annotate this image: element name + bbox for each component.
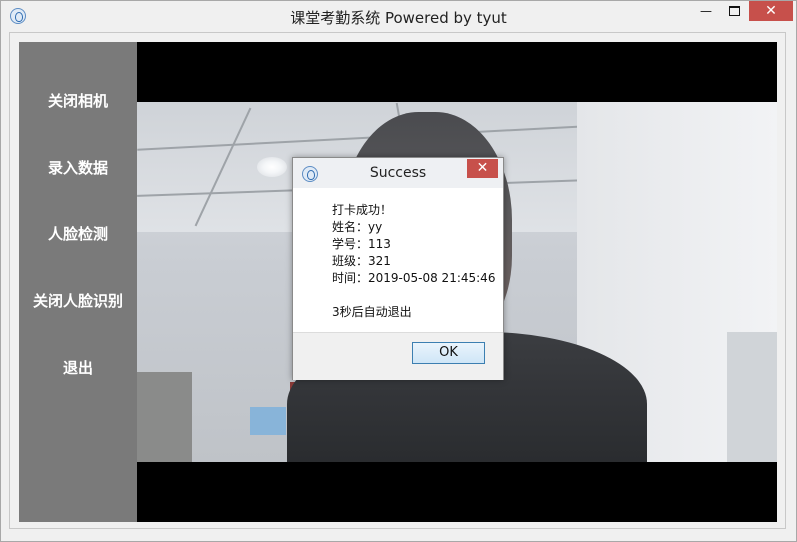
ceiling-lamp	[257, 157, 287, 177]
door	[727, 332, 777, 462]
dialog-close-button[interactable]: ✕	[467, 159, 498, 178]
poster	[250, 407, 286, 435]
message-line-name: 姓名：yy	[332, 220, 383, 234]
close-button[interactable]: ✕	[749, 1, 793, 21]
message-line-student-id: 学号：113	[332, 237, 391, 251]
message-line-class: 班级：321	[332, 254, 391, 268]
exit-button[interactable]: 退出	[19, 357, 137, 379]
dialog-message: 打卡成功！ 姓名：yy 学号：113 班级：321 时间：2019-05-08 …	[332, 202, 495, 321]
shelf	[137, 372, 192, 462]
message-line-checkin: 打卡成功！	[332, 203, 393, 217]
message-line-auto-exit: 3秒后自动退出	[332, 305, 412, 319]
window-title: 课堂考勤系统 Powered by tyut	[290, 9, 507, 27]
message-line-time: 时间：2019-05-08 21:45:46	[332, 271, 496, 285]
title-bar[interactable]: 课堂考勤系统 Powered by tyut — ✕	[1, 1, 796, 31]
dialog-footer: OK	[293, 332, 503, 380]
close-face-recognition-button[interactable]: 关闭人脸识别	[19, 290, 137, 312]
minimize-button[interactable]: —	[691, 1, 721, 21]
close-camera-button[interactable]: 关闭相机	[19, 90, 137, 112]
sidebar: 关闭相机 录入数据 人脸检测 关闭人脸识别 退出	[19, 42, 137, 522]
maximize-button[interactable]	[719, 1, 749, 21]
maximize-icon	[728, 6, 740, 16]
ok-button[interactable]: OK	[412, 342, 485, 364]
enter-data-button[interactable]: 录入数据	[19, 157, 137, 179]
message-line-blank	[332, 287, 495, 304]
dialog-title-bar[interactable]: Success ✕	[293, 158, 503, 188]
success-dialog: Success ✕ 打卡成功！ 姓名：yy 学号：113 班级：321 时间：2…	[292, 157, 504, 380]
face-detection-button[interactable]: 人脸检测	[19, 223, 137, 245]
